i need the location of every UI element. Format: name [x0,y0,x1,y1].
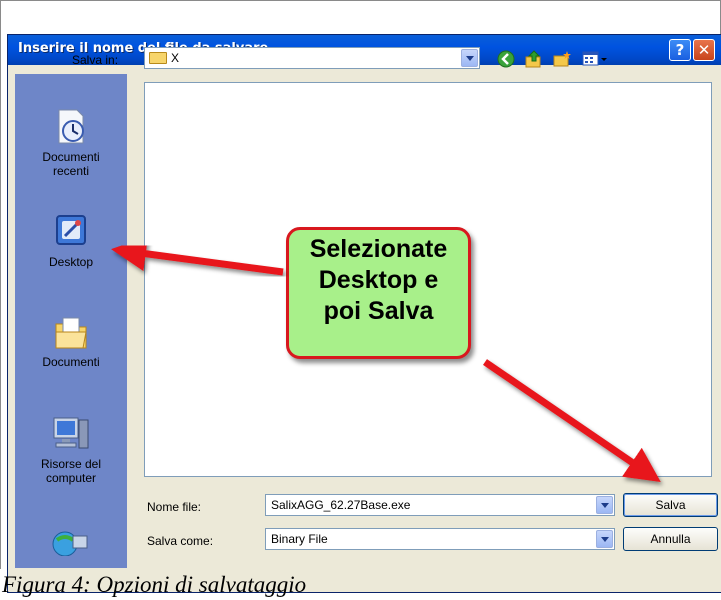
figure-caption: Figura 4: Opzioni di salvataggio [2,572,307,597]
arrow-to-desktop [111,236,284,276]
annotation-arrows [111,236,661,482]
arrow-to-save [483,359,661,482]
